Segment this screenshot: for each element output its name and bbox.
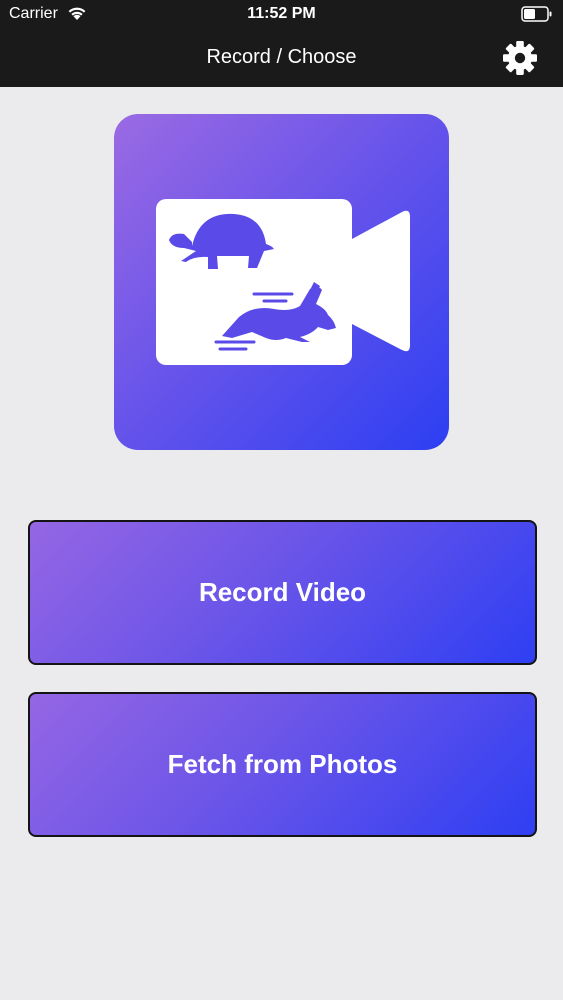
record-video-button[interactable]: Record Video — [28, 520, 537, 665]
status-time: 11:52 PM — [247, 5, 316, 22]
top-bar: Carrier 11:52 PM Record / Choose — [0, 0, 563, 87]
status-bar: Carrier 11:52 PM — [0, 0, 563, 30]
page-title: Record / Choose — [206, 46, 357, 68]
gear-icon[interactable] — [501, 39, 539, 77]
fetch-from-photos-label: Fetch from Photos — [167, 749, 398, 779]
fetch-from-photos-button[interactable]: Fetch from Photos — [28, 692, 537, 837]
battery-icon — [521, 6, 553, 27]
screen: Carrier 11:52 PM Record / Choose Record … — [0, 0, 563, 1000]
record-video-label: Record Video — [198, 577, 367, 607]
navigation-bar: Record / Choose — [0, 30, 563, 87]
video-camera-turtle-rabbit-icon — [114, 114, 449, 450]
